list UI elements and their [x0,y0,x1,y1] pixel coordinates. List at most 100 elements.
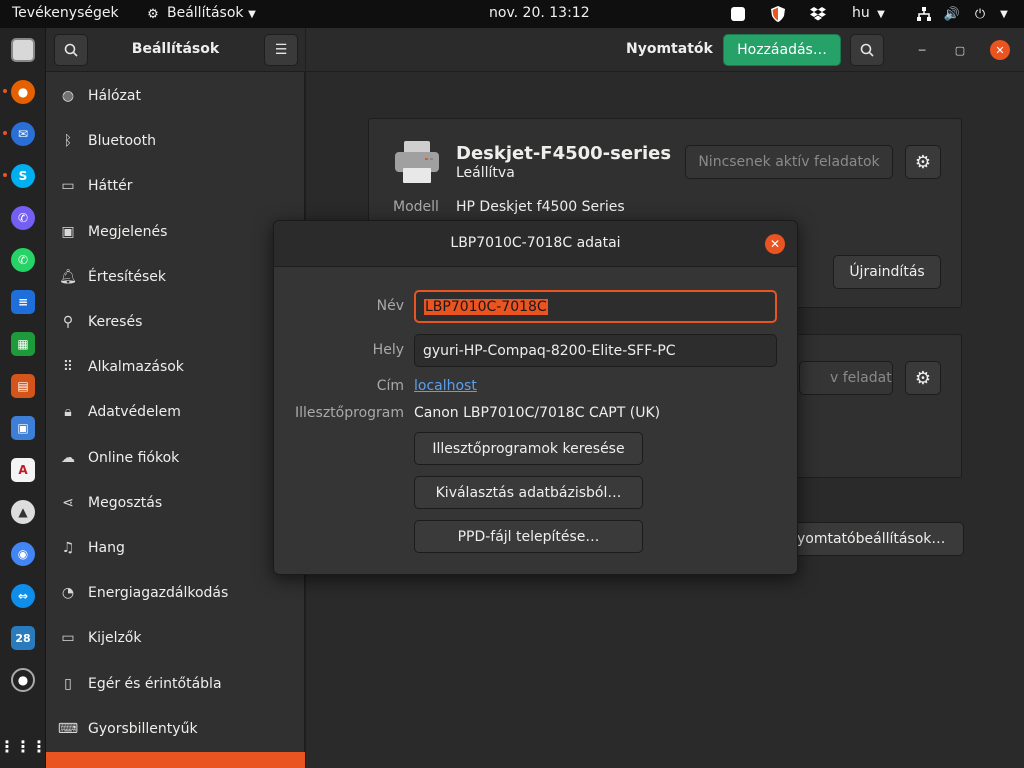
name-value: LBP7010C-7018C [424,298,548,315]
sidebar-item-6[interactable]: ⠿ Alkalmazások [46,345,305,390]
sidebar-item-label: Bluetooth [88,133,156,150]
mouse-icon: ▯ [64,675,72,692]
hamburger-icon: ☰ [274,42,288,58]
display-icon: ▭ [61,630,75,647]
address-label: Cím [376,378,404,394]
sidebar-item-label: Hang [88,540,125,556]
close-icon[interactable]: ✕ [765,234,785,254]
tray-app-icon[interactable] [730,6,746,22]
sidebar-item-3[interactable]: ▣ Megjelenés [46,210,305,255]
select-from-database-button[interactable]: Kiválasztás adatbázisból… [414,476,643,509]
search-icon [860,43,874,57]
solitaire-icon[interactable]: A [11,458,35,482]
chrome-icon[interactable]: ◉ [11,542,35,566]
whatsapp-icon[interactable]: ✆ [11,248,35,272]
jobs-button[interactable]: Nincsenek aktív feladatok [685,145,893,179]
search-printers-button[interactable] [850,34,884,66]
dropbox-icon[interactable] [810,6,826,22]
sidebar-item-7[interactable]: 🔒︎ Adatvédelem [46,390,305,435]
writer-icon[interactable]: ≡ [11,290,35,314]
sidebar-item-12[interactable]: ▭ Kijelzők [46,616,305,661]
gear-icon: ⚙ [914,151,932,173]
printer-settings-button[interactable]: ⚙ [905,361,941,395]
sidebar-item-label: Megosztás [88,494,163,511]
sidebar-item-4[interactable]: 🔔︎ Értesítések [46,255,305,300]
install-ppd-button[interactable]: PPD-fájl telepítése… [414,520,643,553]
dialog-title: LBP7010C-7018C adatai [450,235,621,251]
background-icon: ▭ [61,178,75,195]
network-icon: ◍ [61,88,75,104]
sidebar-item-14[interactable]: ⌨ Gyorsbillentyűk [46,707,305,752]
sidebar-item-5[interactable]: ⚲ Keresés [46,300,305,345]
app-icon[interactable]: ● [11,668,35,692]
skype-icon[interactable]: S [11,164,35,188]
main-header: Nyomtatók Hozzáadás… ─ ▢ ✕ [306,28,1024,72]
calendar-icon[interactable]: 28 [11,626,35,650]
sidebar-item-11[interactable]: ◔ Energiagazdálkodás [46,571,305,616]
sidebar-item-1[interactable]: ᛒ Bluetooth [46,119,305,164]
updater-icon[interactable]: ▲ [11,500,35,524]
network-wired-icon[interactable] [916,6,932,22]
settings-gear-icon: ⚙ [147,6,159,22]
maximize-button[interactable]: ▢ [950,40,970,60]
language-indicator[interactable]: hu [852,5,870,21]
apps-grid-icon: ⠿ [62,359,74,376]
volume-icon[interactable]: 🔊 [944,6,960,22]
model-value: HP Deskjet f4500 Series [456,199,625,215]
sidebar-item-label: Hálózat [88,88,141,104]
chevron-down-icon: ▼ [248,8,256,20]
shield-icon[interactable] [770,6,786,22]
gear-icon: ⚙ [914,367,932,389]
power-icon[interactable]: ⏻ [972,6,988,22]
printer-icon [393,139,441,185]
share-icon: ⋖ [62,494,74,511]
minimize-button[interactable]: ─ [912,40,932,60]
activities-button[interactable]: Tevékenységek [12,5,119,21]
location-label: Hely [372,342,404,358]
menu-button[interactable]: ☰ [264,34,298,66]
calc-icon[interactable]: ▦ [11,332,35,356]
software-icon[interactable]: ▣ [11,416,35,440]
sidebar-item-13[interactable]: ▯ Egér és érintőtábla [46,662,305,707]
printer-status: Leállítva [456,165,515,181]
show-apps-icon[interactable]: ⋮⋮⋮ [0,734,47,758]
keyboard-icon: ⌨ [57,720,79,737]
printer-settings-button[interactable]: ⚙ [905,145,941,179]
name-field[interactable]: LBP7010C-7018C [414,290,777,323]
sidebar-item-label: Energiagazdálkodás [88,585,229,602]
files-icon[interactable] [11,38,35,62]
sidebar-item-label: Értesítések [88,268,167,285]
running-indicator [3,173,7,177]
sidebar-item-8[interactable]: ☁ Online fiókok [46,436,305,481]
sidebar-item-10[interactable]: ♫ Hang [46,526,305,571]
add-printer-button[interactable]: Hozzáadás… [723,34,841,66]
viber-icon[interactable]: ✆ [11,206,35,230]
sidebar-item-2[interactable]: ▭ Háttér [46,164,305,209]
close-button[interactable]: ✕ [990,40,1010,60]
firefox-icon[interactable]: ● [11,80,35,104]
address-link[interactable]: localhost [414,378,477,394]
appearance-icon: ▣ [61,223,75,240]
jobs-button[interactable]: v feladatok [799,361,893,395]
sidebar-item-printers-selected[interactable] [46,752,305,768]
sidebar-item-label: Egér és érintőtábla [88,675,222,692]
chevron-down-icon: ▼ [877,8,885,20]
sidebar-item-label: Keresés [88,314,143,330]
running-indicator [3,89,7,93]
teamviewer-icon[interactable]: ⇔ [11,584,35,608]
top-bar: Tevékenységek ⚙ Beállítások ▼ nov. 20. 1… [0,0,1024,28]
app-menu[interactable]: Beállítások [167,5,244,21]
printer-details-dialog: LBP7010C-7018C adatai ✕ Név LBP7010C-701… [273,220,798,575]
search-drivers-button[interactable]: Illesztőprogramok keresése [414,432,643,465]
impress-icon[interactable]: ▤ [11,374,35,398]
restart-button[interactable]: Újraindítás [833,255,941,289]
clock[interactable]: nov. 20. 13:12 [489,5,590,21]
sidebar-item-9[interactable]: ⋖ Megosztás [46,481,305,526]
location-field[interactable]: gyuri-HP-Compaq-8200-Elite-SFF-PC [414,334,777,367]
lock-icon: 🔒︎ [64,404,72,421]
search-icon: ⚲ [62,314,74,330]
sidebar-item-label: Gyorsbillentyűk [88,720,198,737]
chevron-down-icon: ▼ [1000,8,1008,20]
thunderbird-icon[interactable]: ✉ [11,122,35,146]
sidebar-item-0[interactable]: ◍ Hálózat [46,74,305,119]
